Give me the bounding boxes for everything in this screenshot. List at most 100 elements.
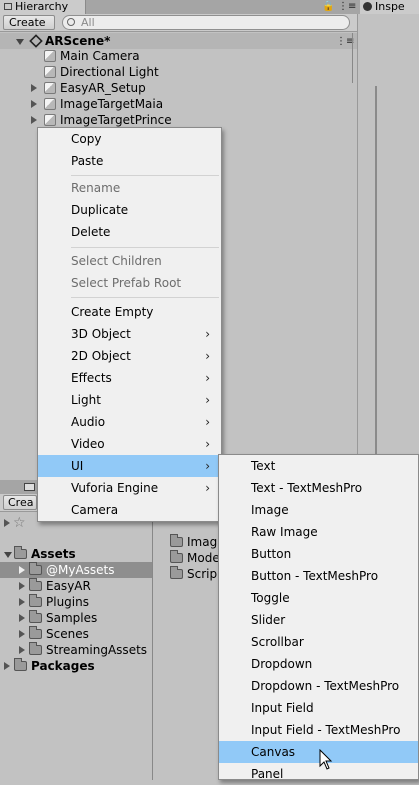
menu-item-label: Duplicate — [71, 203, 129, 217]
content-folder-label: Mode — [187, 551, 220, 565]
packages-root[interactable]: Packages — [4, 658, 95, 674]
submenu-item-scrollbar[interactable]: Scrollbar — [219, 631, 418, 653]
menu-separator — [71, 175, 219, 176]
menu-item-label: Effects — [71, 371, 112, 385]
content-folder[interactable]: Scrip — [170, 566, 217, 582]
hierarchy-item-label: Main Camera — [60, 49, 140, 63]
scene-item[interactable]: ARScene* — [16, 33, 110, 49]
expand-arrow-icon — [31, 100, 37, 108]
folder-icon — [170, 550, 183, 563]
menu-item-light[interactable]: Light › — [38, 389, 221, 411]
content-folder[interactable]: Imag — [170, 534, 217, 550]
folder-label: StreamingAssets — [46, 643, 148, 657]
gameobject-cube-icon — [44, 50, 56, 62]
menu-item-paste[interactable]: Paste — [38, 150, 221, 172]
expand-arrow-icon — [4, 552, 12, 558]
hierarchy-item[interactable]: ImageTargetPrince — [31, 112, 172, 128]
folder-icon — [29, 610, 42, 623]
favorites-row[interactable]: ☆ — [4, 515, 26, 531]
submenu-item-dropdown[interactable]: Dropdown — [219, 653, 418, 675]
menu-separator — [71, 247, 219, 248]
menu-item-video[interactable]: Video › — [38, 433, 221, 455]
submenu-item-dropdown-tmp[interactable]: Dropdown - TextMeshPro — [219, 675, 418, 697]
gameobject-cube-icon — [44, 66, 56, 78]
inspector-tab-label: Inspe — [375, 0, 405, 13]
submenu-item-input-field[interactable]: Input Field — [219, 697, 418, 719]
menu-item-effects[interactable]: Effects › — [38, 367, 221, 389]
submenu-item-button-tmp[interactable]: Button - TextMeshPro — [219, 565, 418, 587]
menu-item-label: Create Empty — [71, 305, 154, 319]
menu-item-label: UI — [71, 459, 84, 473]
menu-item-camera[interactable]: Camera — [38, 499, 221, 521]
menu-item-label: 3D Object — [71, 327, 131, 341]
folder-label: Plugins — [46, 595, 89, 609]
project-divider[interactable] — [152, 512, 153, 780]
folder-icon — [170, 566, 183, 579]
submenu-item-raw-image[interactable]: Raw Image — [219, 521, 418, 543]
submenu-item-slider[interactable]: Slider — [219, 609, 418, 631]
folder-icon — [29, 642, 42, 655]
inspector-scrollbar[interactable] — [375, 86, 377, 486]
hierarchy-item[interactable]: Directional Light — [44, 64, 159, 80]
menu-item-label: Light — [71, 393, 101, 407]
panel-menu-icon[interactable]: ⋮≡ — [338, 0, 356, 14]
folder-icon — [29, 562, 42, 575]
star-icon: ☆ — [13, 515, 26, 531]
submenu-item-text-tmp[interactable]: Text - TextMeshPro — [219, 477, 418, 499]
content-folder-label: Imag — [187, 535, 218, 549]
hierarchy-create-button[interactable]: Create ▼ — [3, 15, 55, 41]
submenu-item-toggle[interactable]: Toggle — [219, 587, 418, 609]
expand-arrow-icon — [4, 519, 10, 527]
unity-scene-icon — [29, 34, 43, 48]
menu-item-audio[interactable]: Audio › — [38, 411, 221, 433]
assets-root[interactable]: Assets — [4, 546, 76, 562]
project-folder[interactable]: EasyAR — [19, 578, 91, 594]
project-folder-icon[interactable] — [24, 483, 35, 491]
expand-arrow-icon — [19, 646, 25, 654]
hierarchy-item[interactable]: ImageTargetMaia — [31, 96, 163, 112]
menu-item-label: Camera — [71, 503, 119, 517]
search-icon — [67, 18, 75, 26]
submenu-arrow-icon: › — [205, 437, 210, 451]
submenu-item-label: Canvas — [251, 745, 296, 759]
project-folder[interactable]: StreamingAssets — [19, 642, 147, 658]
submenu-item-input-field-tmp[interactable]: Input Field - TextMeshPro — [219, 719, 418, 741]
project-folder[interactable]: Plugins — [19, 594, 89, 610]
lock-icon[interactable]: 🔒 — [322, 0, 334, 14]
submenu-item-label: Text - TextMeshPro — [251, 481, 363, 495]
submenu-item-label: Slider — [251, 613, 286, 627]
project-folder[interactable]: @MyAssets — [19, 562, 115, 578]
menu-item-select-prefab-root: Select Prefab Root — [38, 272, 221, 294]
hierarchy-list-icon — [4, 3, 12, 10]
hierarchy-item[interactable]: EasyAR_Setup — [31, 80, 146, 96]
menu-item-ui[interactable]: UI › — [38, 455, 221, 477]
menu-item-copy[interactable]: Copy — [38, 128, 221, 150]
menu-item-create-empty[interactable]: Create Empty — [38, 301, 221, 323]
menu-item-duplicate[interactable]: Duplicate — [38, 199, 221, 221]
inspector-tab[interactable]: Inspe — [360, 0, 419, 14]
project-folder[interactable]: Scenes — [19, 626, 89, 642]
menu-item-label: Video — [71, 437, 105, 451]
menu-item-delete[interactable]: Delete — [38, 221, 221, 243]
folder-icon — [29, 626, 42, 639]
menu-item-2d-object[interactable]: 2D Object › — [38, 345, 221, 367]
project-create-button[interactable]: Crea — [3, 495, 37, 510]
submenu-item-button[interactable]: Button — [219, 543, 418, 565]
menu-item-vuforia-engine[interactable]: Vuforia Engine › — [38, 477, 221, 499]
submenu-item-text[interactable]: Text — [219, 455, 418, 477]
expand-arrow-icon — [19, 598, 25, 606]
content-folder[interactable]: Mode — [170, 550, 220, 566]
menu-item-label: Audio — [71, 415, 106, 429]
expand-arrow-icon — [4, 662, 10, 670]
assets-label: Assets — [31, 547, 76, 561]
project-folder[interactable]: Samples — [19, 610, 97, 626]
menu-item-label: Copy — [71, 132, 102, 146]
scene-name: ARScene* — [45, 34, 111, 48]
hierarchy-search-input[interactable]: All — [62, 15, 350, 30]
submenu-item-image[interactable]: Image — [219, 499, 418, 521]
hierarchy-tab[interactable]: Hierarchy — [0, 0, 86, 14]
hierarchy-scrollbar[interactable] — [352, 33, 353, 83]
menu-item-3d-object[interactable]: 3D Object › — [38, 323, 221, 345]
hierarchy-item[interactable]: Main Camera — [44, 48, 140, 64]
submenu-item-label: Raw Image — [251, 525, 318, 539]
